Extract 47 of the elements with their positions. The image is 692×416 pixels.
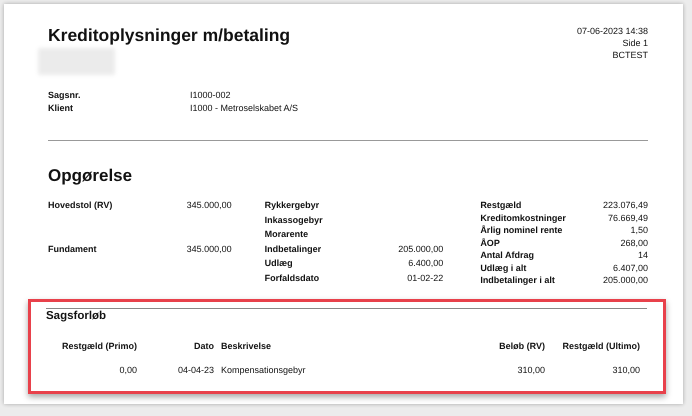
field-value: 345.000,00 — [186, 199, 232, 212]
header-info: BCTEST — [612, 49, 648, 61]
field-label: Indbetalinger i alt — [480, 274, 556, 286]
table-cell-text: 04-04-23 — [176, 364, 214, 376]
column-header: Beskrivelse — [220, 340, 272, 352]
field-label: Forfaldsdato — [264, 272, 320, 285]
report-title: Kreditoplysninger m/betaling — [48, 24, 290, 46]
field-label: Antal Afdrag — [480, 249, 535, 262]
field-label: Kreditomkostninger — [480, 212, 567, 224]
field-value: 205.000,00 — [398, 242, 444, 256]
field-value: 14 — [636, 249, 648, 262]
field-label: Hovedstol (RV) — [48, 199, 114, 212]
field-label: Rykkergebyr — [264, 199, 320, 212]
column-header: Beløb (RV) — [498, 340, 545, 352]
field-value: 76.669,49 — [606, 212, 648, 224]
field-value: I1000 - Metroselskabet A/S — [190, 102, 298, 114]
field-label: Inkassogebyr — [264, 214, 324, 227]
header-info: Side 1 — [622, 37, 648, 49]
column-header: Dato — [193, 340, 214, 352]
table-cell-text: 0,00 — [118, 364, 137, 376]
table-cell-text: Kompensationsgebyr — [220, 364, 307, 376]
field-value: 268,00 — [619, 236, 648, 249]
field-label: Restgæld — [480, 199, 522, 212]
field-value: 6.400,00 — [407, 257, 444, 270]
table-cell-text: 310,00 — [611, 364, 640, 376]
field-label: Udlæg i alt — [480, 262, 528, 274]
header-info: 07-06-2023 14:38 — [576, 25, 648, 37]
column-header: Restgæld (Primo) — [60, 340, 137, 352]
field-value: 6.407,00 — [612, 262, 648, 274]
field-value: 1,50 — [629, 224, 648, 236]
field-label: Fundament — [48, 242, 98, 256]
section-title: Sagsforløb — [46, 308, 108, 324]
field-label: Indbetalinger — [264, 242, 322, 256]
section-title: Opgørelse — [48, 165, 134, 187]
table-cell-text: 310,00 — [516, 364, 545, 376]
field-value: 205.000,00 — [602, 274, 648, 286]
field-label: Morarente — [264, 228, 310, 242]
field-label: ÅOP — [480, 236, 501, 249]
field-label: Udlæg — [264, 257, 294, 270]
field-value: 223.076,49 — [602, 199, 648, 212]
field-value: 345.000,00 — [186, 242, 232, 256]
field-value: 01-02-22 — [406, 272, 444, 285]
field-label: Årlig nominel rente — [480, 224, 564, 236]
field-label: Klient — [48, 102, 74, 114]
field-label: Sagsnr. — [48, 89, 82, 102]
column-header: Restgæld (Ultimo) — [562, 340, 640, 352]
field-value: I1000-002 — [190, 89, 231, 102]
